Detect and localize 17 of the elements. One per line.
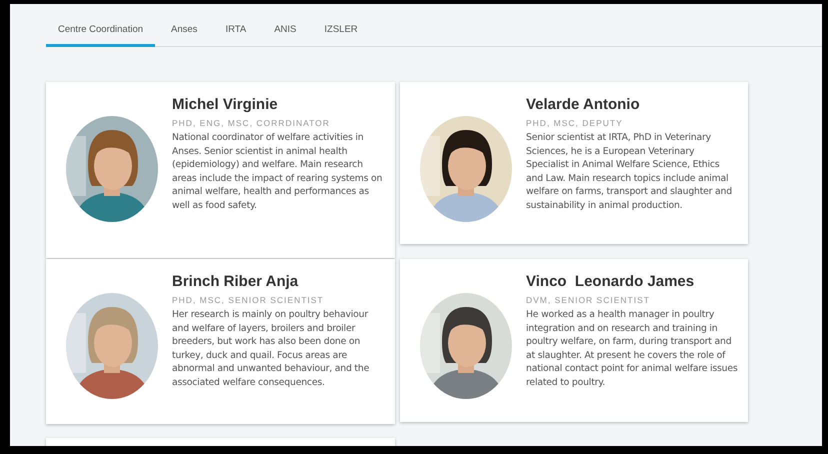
person-bio: Senior scientist at IRTA, PhD in Veterinary Sciences, he is a European Veterinary Specialist in Animal Welfare Science, Ethics and Law. Main research topics include animal welfare on farms, transport and slaughter and sustainability in animal production. (526, 131, 733, 213)
tab[interactable]: Anses (159, 16, 210, 47)
person-name: Velarde Antonio (526, 96, 641, 113)
tab[interactable]: Centre Coordination (46, 16, 156, 47)
person-name: Michel Virginie (172, 96, 279, 113)
tab[interactable]: ANIS (262, 16, 308, 47)
tab[interactable]: IRTA (213, 16, 258, 47)
tab[interactable]: IZSLER (312, 16, 370, 47)
person-degrees: PHD, MSC, SENIOR SCIENTIST (172, 295, 325, 305)
person-degrees: PHD, MSC, DEPUTY (526, 118, 624, 128)
person-bio: Her research is mainly on poultry behaviour and welfare of layers, broilers and broiler breeders, but work has also been done on turkey, duck and quail. Focus areas are abnormal and unwanted behaviour, and the associated welfare consequences. (172, 308, 370, 390)
person-degrees: DVM, SENIOR SCIENTIST (526, 295, 651, 305)
person-bio: He worked as a health manager in poultry integration and on research and training in poultry welfare, on farm, during transport and at slaughter. At present he covers the role of national contact point for animal welfare issues related to poultry. (526, 308, 738, 390)
person-degrees: PHD, ENG, MSC, CORRDINATOR (172, 118, 331, 128)
person-name: Brinch Riber Anja (172, 273, 300, 290)
person-name: Vinco Leonardo James (526, 273, 696, 290)
person-bio: National coordinator of welfare activities in Anses. Senior scientist in animal health (epidemiology) and welfare. Main research areas include the impact of rearing systems on animal welfare, health and performances as well as food safety. (172, 131, 384, 213)
